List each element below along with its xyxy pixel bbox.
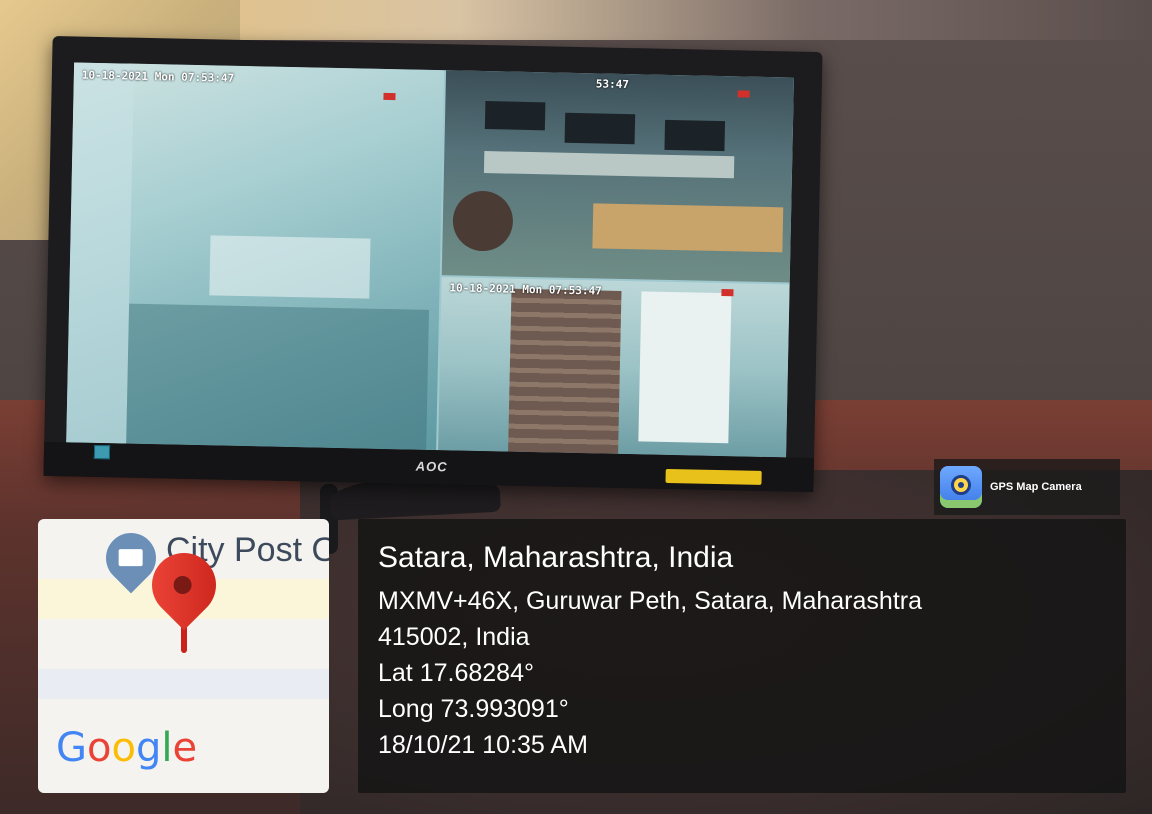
camera-feed-1: 10-18-2021 Mon 07:53:47: [66, 62, 445, 451]
camera-lens-icon: [951, 475, 971, 495]
windows-start-icon: [93, 444, 111, 460]
google-logo-letter: g: [135, 725, 162, 771]
monitor-brand: AOC: [415, 458, 448, 475]
app-name: GPS Map Camera: [990, 481, 1082, 493]
latitude: Lat 17.68284°: [378, 659, 534, 687]
cam3-timestamp: 10-18-2021 Mon 07:53:47: [449, 281, 602, 298]
record-indicator: [737, 90, 750, 98]
google-logo-letter: e: [172, 725, 198, 771]
location-info-panel: Satara, Maharashtra, India MXMV+46X, Gur…: [358, 519, 1126, 793]
capture-datetime: 18/10/21 10:35 AM: [378, 731, 588, 759]
google-logo-letter: o: [87, 725, 112, 771]
google-logo-letter: G: [56, 725, 87, 771]
address-line-1: MXMV+46X, Guruwar Peth, Satara, Maharash…: [378, 587, 922, 615]
record-indicator: [721, 289, 734, 297]
google-logo: Google: [56, 725, 197, 771]
location-pin-dot: [169, 572, 196, 598]
google-logo-letter: o: [111, 725, 136, 771]
staircase: [508, 288, 622, 454]
map-block: [38, 669, 329, 699]
gps-map-camera-app-icon: [940, 466, 982, 508]
location-title: Satara, Maharashtra, India: [378, 541, 734, 574]
gps-map-camera-badge: GPS Map Camera: [934, 459, 1120, 515]
cctv-screen: 10-18-2021 Mon 07:53:47 53:47 10-18-2021…: [66, 62, 794, 458]
cctv-monitor: 10-18-2021 Mon 07:53:47 53:47 10-18-2021…: [43, 35, 823, 493]
envelope-icon: [118, 549, 143, 567]
cam2-timestamp: 53:47: [595, 77, 630, 92]
record-indicator: [383, 92, 396, 101]
camera-feed-2: 53:47: [441, 70, 794, 283]
map-thumbnail: City Post O Google: [38, 519, 329, 793]
system-tray: [665, 468, 762, 485]
google-logo-letter: l: [161, 725, 173, 771]
longitude: Long 73.993091°: [378, 695, 569, 723]
camera-feed-3: 10-18-2021 Mon 07:53:47: [438, 277, 790, 458]
address-line-2: 415002, India: [378, 623, 530, 651]
